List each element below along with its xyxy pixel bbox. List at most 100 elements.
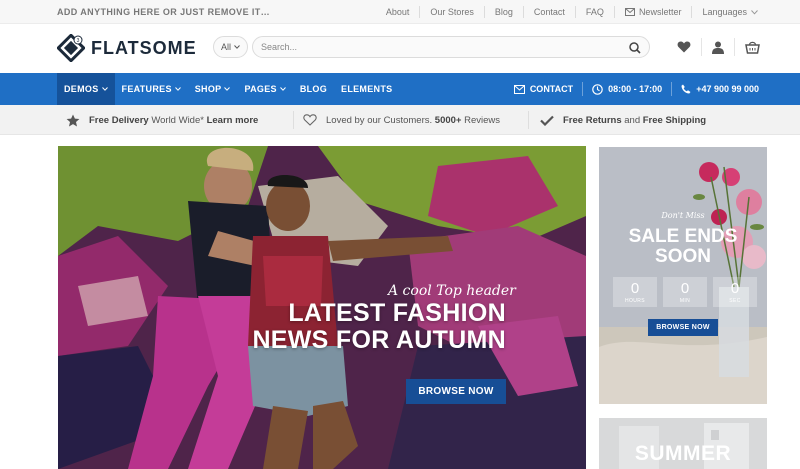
top-link-contact[interactable]: Contact bbox=[522, 6, 575, 18]
phone-label: +47 900 99 000 bbox=[696, 84, 759, 94]
newsletter-label: Newsletter bbox=[638, 7, 682, 17]
countdown-seconds: 0 SEC bbox=[713, 277, 757, 307]
countdown-minutes: 0 MIN bbox=[663, 277, 707, 307]
nav-item-features[interactable]: FEATURES bbox=[115, 73, 188, 105]
usp-delivery-middle: World Wide* bbox=[148, 114, 207, 126]
usp-returns-text: Free Returns and Free Shipping bbox=[563, 115, 706, 126]
nav-item-label: SHOP bbox=[194, 84, 222, 94]
clock-icon bbox=[592, 83, 603, 95]
sale-headline: SALE ENDS SOON bbox=[599, 227, 767, 267]
cart-icon bbox=[745, 41, 760, 54]
logo-mark-icon: 3 bbox=[57, 34, 85, 62]
nav-item-elements[interactable]: ELEMENTS bbox=[334, 73, 399, 105]
opening-hours[interactable]: 08:00 - 17:00 bbox=[582, 82, 671, 96]
wishlist-button[interactable] bbox=[667, 38, 701, 56]
usp-loved-prefix: Loved by our Customers. bbox=[326, 114, 435, 126]
nav-item-shop[interactable]: SHOP bbox=[188, 73, 238, 105]
hero-title: LATEST FASHION NEWS FOR AUTUMN bbox=[252, 300, 506, 354]
countdown-seconds-value: 0 bbox=[730, 279, 740, 297]
search-bar: All bbox=[213, 36, 650, 60]
nav-item-label: DEMOS bbox=[64, 84, 99, 94]
checkmark-icon bbox=[540, 115, 554, 126]
logo-wordmark: FLATSOME bbox=[91, 37, 197, 58]
chevron-down-icon bbox=[751, 9, 758, 15]
search-category-select[interactable]: All bbox=[213, 36, 248, 58]
hero-title-line-1: LATEST FASHION bbox=[288, 299, 506, 327]
main-nav: DEMOS FEATURES SHOP PAGES BLOG ELEMENTS … bbox=[0, 73, 800, 105]
contact-label: CONTACT bbox=[529, 84, 574, 94]
nav-item-demos[interactable]: DEMOS bbox=[57, 73, 115, 105]
languages-label: Languages bbox=[702, 7, 747, 17]
user-icon bbox=[712, 41, 724, 54]
countdown-minutes-value: 0 bbox=[680, 279, 690, 297]
usp-returns-strong: Free Returns bbox=[563, 114, 622, 126]
usp-free-delivery-text: Free Delivery World Wide* Learn more bbox=[89, 115, 258, 126]
search-input[interactable] bbox=[253, 37, 649, 57]
chevron-down-icon bbox=[224, 87, 231, 91]
hero-banner[interactable]: A cool Top header LATEST FASHION NEWS FO… bbox=[58, 146, 586, 469]
main-nav-menu: DEMOS FEATURES SHOP PAGES BLOG ELEMENTS bbox=[57, 73, 399, 105]
nav-item-pages[interactable]: PAGES bbox=[237, 73, 292, 105]
countdown-minutes-unit: MIN bbox=[679, 297, 691, 304]
hero-browse-button[interactable]: BROWSE NOW bbox=[406, 379, 506, 404]
sale-browse-button[interactable]: BROWSE NOW bbox=[648, 319, 718, 336]
chevron-down-icon bbox=[174, 87, 181, 91]
usp-loved-count: 5000+ bbox=[434, 114, 462, 126]
main-nav-contact: CONTACT 08:00 - 17:00 +47 900 99 000 bbox=[505, 73, 768, 105]
sale-headline-line-1: SALE ENDS bbox=[628, 226, 738, 247]
account-button[interactable] bbox=[701, 38, 734, 56]
sale-background-image bbox=[599, 147, 767, 404]
countdown-timer: 0 HOURS 0 MIN 0 SEC bbox=[613, 277, 757, 307]
chevron-down-icon bbox=[101, 87, 108, 91]
usp-delivery-strong: Free Delivery bbox=[89, 114, 149, 126]
usp-free-delivery: Free Delivery World Wide* Learn more bbox=[66, 105, 258, 135]
top-link-blog[interactable]: Blog bbox=[483, 6, 523, 18]
countdown-hours: 0 HOURS bbox=[613, 277, 657, 307]
header-actions bbox=[667, 38, 770, 56]
summer-banner[interactable]: SUMMER bbox=[599, 418, 767, 469]
phone-icon bbox=[681, 84, 691, 94]
hero-title-line-2: NEWS FOR AUTUMN bbox=[252, 326, 506, 354]
usp-returns: Free Returns and Free Shipping bbox=[540, 105, 706, 135]
contact-link[interactable]: CONTACT bbox=[505, 82, 582, 96]
nav-item-blog[interactable]: BLOG bbox=[293, 73, 334, 105]
usp-loved-text: Loved by our Customers. 5000+ Reviews bbox=[326, 115, 500, 126]
usp-shipping-strong: Free Shipping bbox=[642, 114, 707, 126]
search-field-wrapper bbox=[252, 36, 650, 58]
usp-divider bbox=[528, 111, 529, 129]
site-logo[interactable]: 3 FLATSOME bbox=[57, 34, 197, 62]
nav-item-label: FEATURES bbox=[121, 84, 172, 94]
heart-outline-icon bbox=[303, 114, 317, 126]
top-link-faq[interactable]: FAQ bbox=[574, 6, 614, 18]
usp-loved-suffix: Reviews bbox=[461, 114, 501, 126]
nav-item-label: ELEMENTS bbox=[341, 84, 393, 94]
nav-item-label: BLOG bbox=[299, 84, 328, 94]
top-link-newsletter[interactable]: Newsletter bbox=[613, 6, 692, 18]
search-icon[interactable] bbox=[629, 42, 641, 54]
hero-kicker: A cool Top header bbox=[388, 283, 516, 299]
chevron-down-icon bbox=[234, 45, 240, 49]
learn-more-link[interactable]: Learn more bbox=[207, 115, 259, 126]
star-icon bbox=[66, 114, 80, 126]
countdown-seconds-unit: SEC bbox=[729, 297, 741, 304]
heart-icon bbox=[677, 41, 691, 53]
languages-dropdown[interactable]: Languages bbox=[691, 6, 768, 18]
sale-kicker: Don't Miss bbox=[661, 211, 705, 220]
sale-banner[interactable]: Don't Miss SALE ENDS SOON 0 HOURS 0 MIN … bbox=[599, 147, 767, 404]
envelope-icon bbox=[624, 8, 635, 16]
top-link-our-stores[interactable]: Our Stores bbox=[419, 6, 484, 18]
search-category-value: All bbox=[220, 42, 231, 52]
top-bar: ADD ANYTHING HERE OR JUST REMOVE IT… Abo… bbox=[0, 0, 800, 24]
summer-headline: SUMMER bbox=[634, 442, 732, 465]
top-nav: About Our Stores Blog Contact FAQ Newsle… bbox=[376, 0, 768, 24]
svg-text:3: 3 bbox=[77, 38, 80, 44]
usp-bar: Free Delivery World Wide* Learn more Lov… bbox=[0, 105, 800, 135]
countdown-hours-unit: HOURS bbox=[624, 297, 646, 304]
usp-returns-and: and bbox=[621, 114, 643, 126]
phone-link[interactable]: +47 900 99 000 bbox=[671, 82, 768, 96]
chevron-down-icon bbox=[279, 87, 286, 91]
top-bar-message: ADD ANYTHING HERE OR JUST REMOVE IT… bbox=[57, 7, 271, 17]
top-link-about[interactable]: About bbox=[376, 6, 420, 18]
usp-divider bbox=[293, 111, 294, 129]
cart-button[interactable] bbox=[734, 38, 770, 56]
